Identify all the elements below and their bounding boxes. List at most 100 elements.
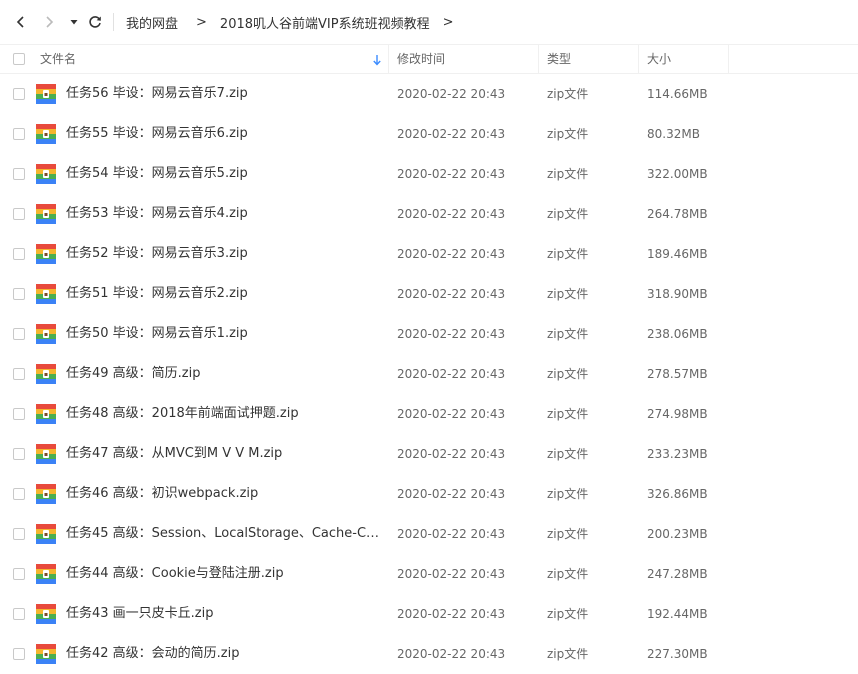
file-modified-time: 2020-02-22 20:43 (397, 487, 506, 501)
zip-file-icon (36, 524, 56, 544)
refresh-button[interactable] (84, 11, 106, 33)
file-type: zip文件 (547, 367, 589, 381)
zip-file-icon (36, 484, 56, 504)
row-checkbox[interactable] (13, 648, 25, 660)
file-type: zip文件 (547, 567, 589, 581)
navigation-bar: 我的网盘 > 2018叽人谷前端VIP系统班视频教程 > (0, 0, 858, 44)
column-header-size[interactable]: 大小 (638, 45, 728, 73)
file-modified-time: 2020-02-22 20:43 (397, 87, 506, 101)
sort-down-arrow-icon[interactable] (372, 54, 382, 66)
file-size: 227.30MB (647, 647, 708, 661)
file-name[interactable]: 任务52 毕设：网易云音乐3.zip (66, 234, 384, 274)
file-row[interactable]: 任务42 高级：会动的简历.zip 2020-02-22 20:43 zip文件 22… (0, 634, 858, 674)
file-row[interactable]: 任务44 高级：Cookie与登陆注册.zip 2020-02-22 20:43 z… (0, 554, 858, 594)
file-size: 233.23MB (647, 447, 708, 461)
row-checkbox[interactable] (13, 568, 25, 580)
file-modified-time: 2020-02-22 20:43 (397, 327, 506, 341)
file-row[interactable]: 任务46 高级：初识webpack.zip 2020-02-22 20:43 zip… (0, 474, 858, 514)
chevron-right-icon (46, 16, 54, 28)
file-row[interactable]: 任务53 毕设：网易云音乐4.zip 2020-02-22 20:43 zip文件 2… (0, 194, 858, 234)
file-row[interactable]: 任务45 高级：Session、LocalStorage、Cache-Contr… (0, 514, 858, 554)
file-modified-time: 2020-02-22 20:43 (397, 647, 506, 661)
file-name[interactable]: 任务55 毕设：网易云音乐6.zip (66, 114, 384, 154)
row-checkbox[interactable] (13, 248, 25, 260)
file-type: zip文件 (547, 407, 589, 421)
file-name[interactable]: 任务49 高级：简历.zip (66, 354, 384, 394)
column-header-name[interactable]: 文件名 (31, 45, 388, 73)
breadcrumb-separator: > (196, 14, 207, 30)
chevron-left-icon (16, 16, 24, 28)
row-checkbox[interactable] (13, 288, 25, 300)
file-modified-time: 2020-02-22 20:43 (397, 447, 506, 461)
column-divider (728, 45, 729, 73)
nav-divider (113, 13, 114, 31)
file-row[interactable]: 任务56 毕设：网易云音乐7.zip 2020-02-22 20:43 zip文件 1… (0, 74, 858, 114)
file-size: 274.98MB (647, 407, 708, 421)
file-name[interactable]: 任务43 画一只皮卡丘.zip (66, 594, 384, 634)
file-name[interactable]: 任务53 毕设：网易云音乐4.zip (66, 194, 384, 234)
row-checkbox[interactable] (13, 88, 25, 100)
file-name[interactable]: 任务46 高级：初识webpack.zip (66, 474, 384, 514)
file-row[interactable]: 任务52 毕设：网易云音乐3.zip 2020-02-22 20:43 zip文件 1… (0, 234, 858, 274)
zip-file-icon (36, 644, 56, 664)
file-name[interactable]: 任务50 毕设：网易云音乐1.zip (66, 314, 384, 354)
file-type: zip文件 (547, 327, 589, 341)
zip-file-icon (36, 164, 56, 184)
zip-file-icon (36, 404, 56, 424)
row-checkbox[interactable] (13, 208, 25, 220)
forward-button[interactable] (38, 11, 60, 33)
file-name[interactable]: 任务56 毕设：网易云音乐7.zip (66, 74, 384, 114)
file-name[interactable]: 任务45 高级：Session、LocalStorage、Cache-Contr… (66, 514, 384, 554)
file-row[interactable]: 任务43 画一只皮卡丘.zip 2020-02-22 20:43 zip文件 192.… (0, 594, 858, 634)
file-type: zip文件 (547, 207, 589, 221)
zip-file-icon (36, 564, 56, 584)
row-checkbox[interactable] (13, 448, 25, 460)
file-type: zip文件 (547, 247, 589, 261)
file-name[interactable]: 任务44 高级：Cookie与登陆注册.zip (66, 554, 384, 594)
file-size: 322.00MB (647, 167, 708, 181)
row-checkbox[interactable] (13, 328, 25, 340)
file-name[interactable]: 任务48 高级：2018年前端面试押题.zip (66, 394, 384, 434)
file-type: zip文件 (547, 647, 589, 661)
row-checkbox[interactable] (13, 488, 25, 500)
file-row[interactable]: 任务51 毕设：网易云音乐2.zip 2020-02-22 20:43 zip文件 3… (0, 274, 858, 314)
file-type: zip文件 (547, 287, 589, 301)
row-checkbox[interactable] (13, 608, 25, 620)
file-name[interactable]: 任务42 高级：会动的简历.zip (66, 634, 384, 674)
file-modified-time: 2020-02-22 20:43 (397, 527, 506, 541)
row-checkbox[interactable] (13, 168, 25, 180)
file-type: zip文件 (547, 447, 589, 461)
file-row[interactable]: 任务55 毕设：网易云音乐6.zip 2020-02-22 20:43 zip文件 8… (0, 114, 858, 154)
column-header-modified[interactable]: 修改时间 (388, 45, 538, 73)
file-row[interactable]: 任务50 毕设：网易云音乐1.zip 2020-02-22 20:43 zip文件 2… (0, 314, 858, 354)
file-modified-time: 2020-02-22 20:43 (397, 247, 506, 261)
row-checkbox[interactable] (13, 408, 25, 420)
row-checkbox[interactable] (13, 528, 25, 540)
file-name[interactable]: 任务47 高级：从MVC到M V V M.zip (66, 434, 384, 474)
file-modified-time: 2020-02-22 20:43 (397, 607, 506, 621)
row-checkbox[interactable] (13, 128, 25, 140)
history-dropdown-button[interactable] (63, 11, 85, 33)
column-header-name-label: 文件名 (40, 52, 77, 66)
breadcrumb-item-folder[interactable]: 2018叽人谷前端VIP系统班视频教程 (220, 13, 430, 32)
file-name[interactable]: 任务54 毕设：网易云音乐5.zip (66, 154, 384, 194)
file-name[interactable]: 任务51 毕设：网易云音乐2.zip (66, 274, 384, 314)
breadcrumb: 我的网盘 > 2018叽人谷前端VIP系统班视频教程 > (126, 0, 453, 44)
file-row[interactable]: 任务54 毕设：网易云音乐5.zip 2020-02-22 20:43 zip文件 3… (0, 154, 858, 194)
file-row[interactable]: 任务47 高级：从MVC到M V V M.zip 2020-02-22 20:43… (0, 434, 858, 474)
file-modified-time: 2020-02-22 20:43 (397, 567, 506, 581)
file-row[interactable]: 任务49 高级：简历.zip 2020-02-22 20:43 zip文件 278.5… (0, 354, 858, 394)
breadcrumb-item-root[interactable]: 我的网盘 (126, 13, 178, 32)
file-list-header: 文件名 修改时间 类型 大小 (0, 44, 858, 74)
zip-file-icon (36, 204, 56, 224)
file-size: 114.66MB (647, 87, 708, 101)
breadcrumb-separator-trailing[interactable]: > (443, 15, 454, 30)
zip-file-icon (36, 324, 56, 344)
file-size: 326.86MB (647, 487, 708, 501)
back-button[interactable] (10, 11, 32, 33)
select-all-checkbox[interactable] (13, 53, 25, 65)
file-size: 238.06MB (647, 327, 708, 341)
file-row[interactable]: 任务48 高级：2018年前端面试押题.zip 2020-02-22 20:43 z… (0, 394, 858, 434)
row-checkbox[interactable] (13, 368, 25, 380)
column-header-type[interactable]: 类型 (538, 45, 638, 73)
